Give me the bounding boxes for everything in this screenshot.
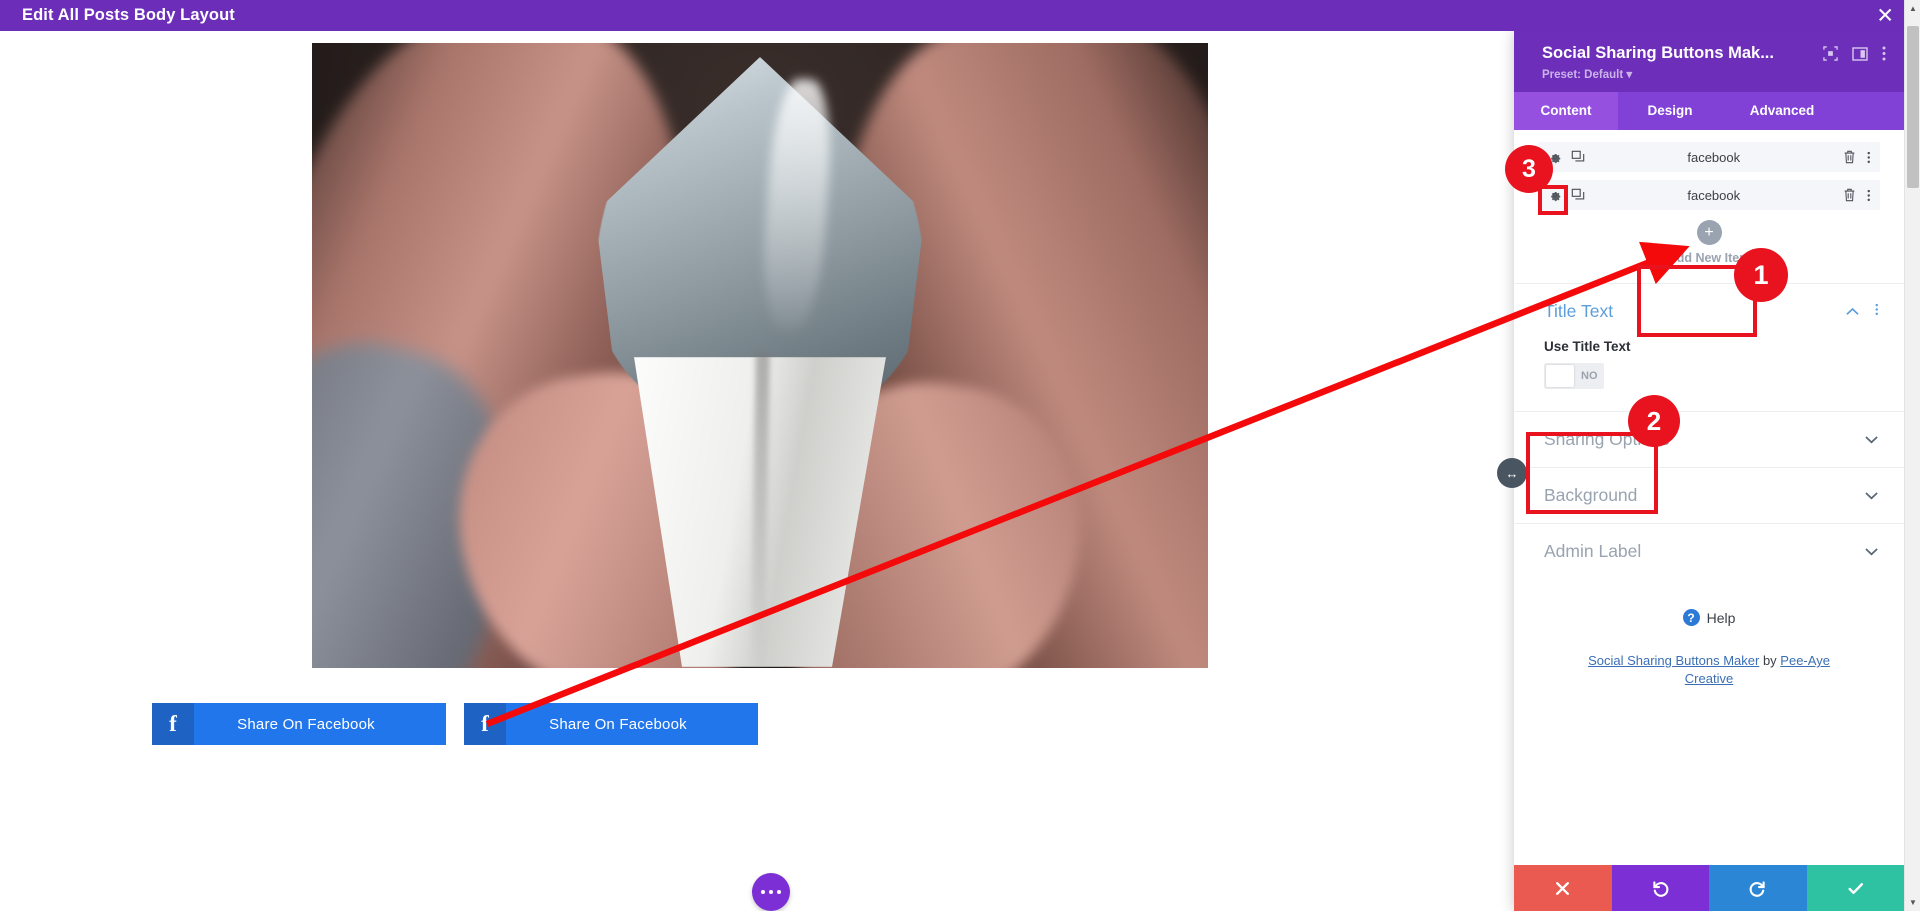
chevron-up-icon[interactable]	[1845, 304, 1859, 319]
dot	[769, 890, 773, 894]
hero-image	[312, 43, 1208, 668]
use-title-text-toggle[interactable]: NO	[1544, 363, 1604, 389]
kebab-menu-icon[interactable]	[1875, 303, 1879, 321]
module-settings-panel: Social Sharing Buttons Mak... Preset: De…	[1514, 31, 1904, 911]
section-title-text-label: Title Text	[1544, 301, 1614, 321]
scroll-up-icon[interactable]: ▲	[1905, 0, 1920, 17]
use-title-text-field: Use Title Text NO	[1514, 339, 1904, 411]
browser-scrollbar[interactable]: ▲ ▼	[1904, 0, 1920, 911]
preset-selector[interactable]: Preset: Default ▾	[1542, 67, 1886, 81]
product-link[interactable]: Social Sharing Buttons Maker	[1588, 653, 1759, 668]
add-new-item-label: Add New Item	[1667, 251, 1751, 265]
section-sharing-options-label: Sharing Options	[1544, 429, 1670, 449]
facebook-icon: f	[152, 703, 194, 745]
trash-icon[interactable]	[1843, 188, 1856, 202]
undo-button[interactable]	[1611, 865, 1709, 911]
add-new-item-button[interactable]: + Add New Item	[1650, 220, 1768, 265]
more-options-button[interactable]	[752, 873, 790, 911]
redo-button[interactable]	[1709, 865, 1807, 911]
coffee-bag-photo	[312, 43, 1208, 668]
duplicate-icon[interactable]	[1571, 150, 1585, 164]
share-button-label: Share On Facebook	[237, 715, 375, 733]
dot	[761, 890, 766, 894]
help-label: Help	[1706, 609, 1736, 626]
help-icon: ?	[1682, 609, 1700, 626]
share-on-facebook-button-2[interactable]: f Share On Facebook	[464, 703, 758, 745]
section-admin-label[interactable]: Admin Label	[1514, 523, 1904, 579]
share-buttons-row: f Share On Facebook f Share On Facebook	[152, 703, 758, 745]
close-icon[interactable]: ✕	[1876, 5, 1894, 26]
section-admin-label-label: Admin Label	[1544, 541, 1642, 561]
trash-icon[interactable]	[1843, 150, 1856, 164]
gear-icon[interactable]	[1548, 188, 1562, 202]
use-title-text-label: Use Title Text	[1544, 339, 1631, 354]
save-button[interactable]	[1806, 865, 1904, 911]
scroll-down-icon[interactable]: ▼	[1905, 894, 1920, 911]
panel-footer	[1514, 865, 1904, 911]
section-sharing-options[interactable]: Sharing Options	[1514, 411, 1904, 467]
page-canvas: f Share On Facebook f Share On Facebook …	[0, 31, 1504, 911]
page-title: Edit All Posts Body Layout	[22, 6, 235, 24]
panel-body: facebook facebook + Add New Item Title T…	[1514, 130, 1904, 865]
chevron-down-icon[interactable]	[1865, 544, 1878, 559]
list-item-label: facebook	[1687, 187, 1741, 203]
help-button[interactable]: ? Help	[1514, 609, 1904, 626]
section-title-text[interactable]: Title Text	[1514, 283, 1904, 339]
plugin-credit: Social Sharing Buttons Maker by Pee-Aye …	[1566, 652, 1852, 687]
list-item[interactable]: facebook	[1538, 142, 1880, 172]
toggle-value: NO	[1581, 370, 1598, 382]
plus-icon: +	[1696, 220, 1722, 245]
chevron-down-icon: ▾	[1626, 69, 1633, 81]
share-on-facebook-button-1[interactable]: f Share On Facebook	[152, 703, 446, 745]
panel-header: Social Sharing Buttons Mak... Preset: De…	[1514, 31, 1904, 92]
credit-by: by	[1759, 653, 1781, 668]
list-item-label: facebook	[1687, 149, 1741, 165]
kebab-menu-icon[interactable]	[1867, 189, 1871, 202]
tab-content[interactable]: Content	[1514, 92, 1618, 130]
section-background-label: Background	[1544, 485, 1638, 505]
chevron-down-icon[interactable]	[1865, 488, 1878, 503]
chevron-down-icon[interactable]	[1865, 432, 1878, 447]
layout-columns-icon[interactable]	[1852, 46, 1868, 61]
list-item[interactable]: facebook	[1538, 180, 1880, 210]
share-button-label: Share On Facebook	[549, 715, 687, 733]
toggle-knob	[1546, 365, 1574, 387]
kebab-menu-icon[interactable]	[1882, 46, 1886, 61]
panel-resize-handle[interactable]: ↔	[1497, 458, 1527, 488]
dot	[776, 890, 781, 894]
kebab-menu-icon[interactable]	[1867, 151, 1871, 164]
section-background[interactable]: Background	[1514, 467, 1904, 523]
panel-title: Social Sharing Buttons Mak...	[1542, 44, 1774, 62]
duplicate-icon[interactable]	[1571, 188, 1585, 202]
divi-builder-screen: Edit All Posts Body Layout ✕ f Share On …	[0, 0, 1920, 911]
panel-tabs: Content Design Advanced	[1514, 92, 1904, 130]
focus-target-icon[interactable]	[1823, 46, 1838, 61]
cancel-button[interactable]	[1514, 865, 1612, 911]
preset-label: Preset: Default	[1542, 69, 1624, 81]
browser-scrollbar-thumb[interactable]	[1907, 26, 1919, 188]
gear-icon[interactable]	[1548, 150, 1562, 164]
facebook-icon: f	[464, 703, 506, 745]
top-bar: Edit All Posts Body Layout ✕	[0, 0, 1920, 31]
tab-design[interactable]: Design	[1618, 92, 1722, 130]
tab-advanced[interactable]: Advanced	[1722, 92, 1842, 130]
